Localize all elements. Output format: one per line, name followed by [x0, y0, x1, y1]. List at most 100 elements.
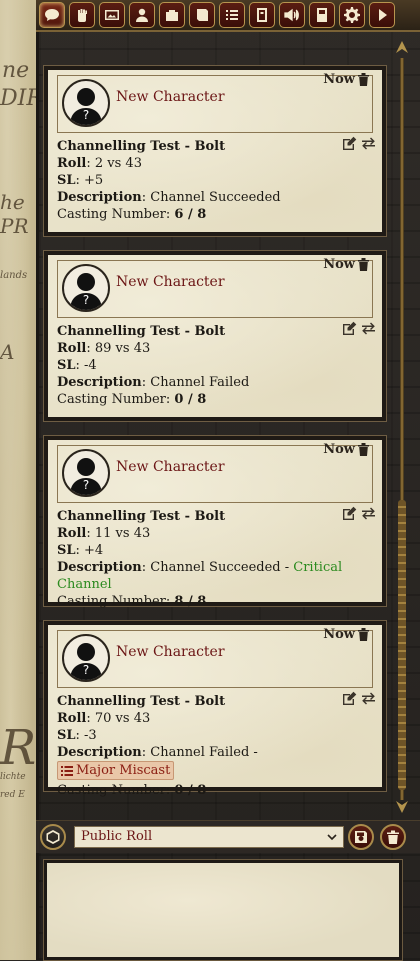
scroll-thumb[interactable] — [398, 500, 406, 790]
trash-icon — [387, 830, 399, 844]
roll-mode-select[interactable]: Public Roll — [74, 826, 344, 848]
collapse-sidebar-button[interactable] — [369, 2, 395, 28]
tab-journal[interactable] — [189, 2, 215, 28]
description-line: Description: Channel Succeeded — [57, 189, 375, 206]
message-header: ? New Character Now — [57, 257, 373, 318]
tab-settings[interactable] — [339, 2, 365, 28]
dice-tray-button[interactable] — [40, 824, 66, 850]
map-text-fragment: A — [0, 340, 15, 364]
speaker-name[interactable]: New Character — [116, 644, 225, 660]
card-icon — [257, 8, 267, 22]
map-canvas-edge[interactable]: ne DIR he PR lands A Re lichte red E — [0, 0, 36, 960]
roll-label: Roll — [57, 526, 87, 541]
tab-compendium[interactable] — [309, 2, 335, 28]
chat-message: ? New Character Now Channelling Test - B… — [43, 65, 387, 237]
description-value: : Channel Failed - — [141, 745, 258, 760]
gear-icon — [344, 7, 360, 23]
scene-image-icon — [105, 10, 119, 20]
speaker-name[interactable]: New Character — [116, 89, 225, 105]
chevron-down-icon — [327, 834, 337, 841]
sl-line: SL: -4 — [57, 357, 375, 374]
speaker-name[interactable]: New Character — [116, 459, 225, 475]
arrow-up-icon — [396, 41, 408, 53]
description-value: : Channel Succeeded - — [141, 560, 294, 575]
suitcase-icon — [166, 10, 178, 21]
trash-icon[interactable] — [358, 628, 369, 641]
avatar[interactable]: ? — [62, 264, 110, 312]
description-value: : Channel Succeeded — [141, 190, 281, 205]
trash-icon[interactable] — [358, 258, 369, 271]
major-miscast-button[interactable]: Major Miscast — [57, 761, 175, 780]
tab-chat[interactable] — [39, 2, 65, 28]
trash-icon[interactable] — [358, 73, 369, 86]
mystery-man-icon: ? — [70, 273, 102, 310]
roll-label: Roll — [57, 341, 87, 356]
export-log-button[interactable] — [348, 824, 374, 850]
roll-label: Roll — [57, 711, 87, 726]
journal-book-icon — [197, 9, 208, 21]
svg-text:?: ? — [83, 108, 89, 122]
clear-log-button[interactable] — [380, 824, 406, 850]
timestamp-text: Now — [323, 72, 355, 87]
test-title: Channelling Test - Bolt — [57, 694, 226, 709]
tab-combat[interactable] — [69, 2, 95, 28]
map-text-fragment: he — [0, 190, 25, 214]
list-icon — [226, 10, 238, 20]
timestamp-text: Now — [323, 257, 355, 272]
scroll-up-arrow[interactable] — [394, 40, 410, 56]
list-icon — [61, 765, 73, 776]
casting-number-value: 0 / 8 — [174, 392, 207, 407]
casting-number-line: Casting Number: 8 / 8 — [57, 593, 375, 610]
description-line: Description: Channel Failed - Major Misc… — [57, 744, 375, 782]
arrow-down-icon — [396, 801, 408, 813]
map-text-fragment: DIR — [0, 86, 36, 111]
description-label: Description — [57, 375, 142, 390]
description-label: Description — [57, 190, 142, 205]
chat-scrollbar[interactable] — [393, 40, 411, 818]
roll-mode-value: Public Roll — [81, 829, 153, 844]
message-content: Channelling Test - Bolt Roll: 89 vs 43 S… — [57, 323, 375, 408]
tab-cards[interactable] — [249, 2, 275, 28]
scroll-down-arrow[interactable] — [394, 798, 410, 814]
description-label: Description — [57, 745, 142, 760]
test-title: Channelling Test - Bolt — [57, 324, 226, 339]
timestamp-text: Now — [323, 627, 355, 642]
casting-number-value: 6 / 8 — [174, 207, 207, 222]
tab-scenes[interactable] — [99, 2, 125, 28]
sl-value: : -3 — [75, 728, 97, 743]
tab-tables[interactable] — [219, 2, 245, 28]
message-timestamp: Now — [323, 257, 369, 272]
sl-label: SL — [57, 358, 76, 373]
chat-message: ? New Character Now Channelling Test - B… — [43, 435, 387, 609]
avatar[interactable]: ? — [62, 634, 110, 682]
roll-value: : 89 vs 43 — [86, 341, 151, 356]
mystery-man-icon: ? — [70, 458, 102, 495]
casting-number-label: Casting Number: — [57, 207, 175, 222]
speaker-name[interactable]: New Character — [116, 274, 225, 290]
roll-line: Roll: 89 vs 43 — [57, 340, 375, 357]
d20-dice-icon — [46, 830, 60, 844]
roll-value: : 70 vs 43 — [86, 711, 151, 726]
tab-actors[interactable] — [129, 2, 155, 28]
sl-line: SL: +4 — [57, 542, 375, 559]
avatar[interactable]: ? — [62, 79, 110, 127]
tab-items[interactable] — [159, 2, 185, 28]
trash-icon[interactable] — [358, 443, 369, 456]
sl-line: SL: -3 — [57, 727, 375, 744]
chat-message: ? New Character Now Channelling Test - B… — [43, 250, 387, 422]
tab-playlists[interactable] — [279, 2, 305, 28]
sl-label: SL — [57, 543, 76, 558]
roll-value: : 11 vs 43 — [86, 526, 151, 541]
chat-message-input[interactable] — [43, 859, 403, 961]
avatar[interactable]: ? — [62, 449, 110, 497]
chat-textarea[interactable] — [47, 863, 399, 957]
map-text-fragment: PR — [0, 214, 29, 238]
description-line: Description: Channel Failed — [57, 374, 375, 391]
mystery-man-icon: ? — [70, 88, 102, 125]
map-text-fragment: lands — [0, 270, 28, 281]
sl-line: SL: +5 — [57, 172, 375, 189]
sl-value: : +4 — [75, 543, 104, 558]
casting-number-line: Casting Number: 0 / 8 — [57, 782, 375, 799]
save-floppy-icon — [355, 831, 367, 843]
chat-log[interactable]: ? New Character Now Channelling Test - B… — [43, 42, 387, 798]
